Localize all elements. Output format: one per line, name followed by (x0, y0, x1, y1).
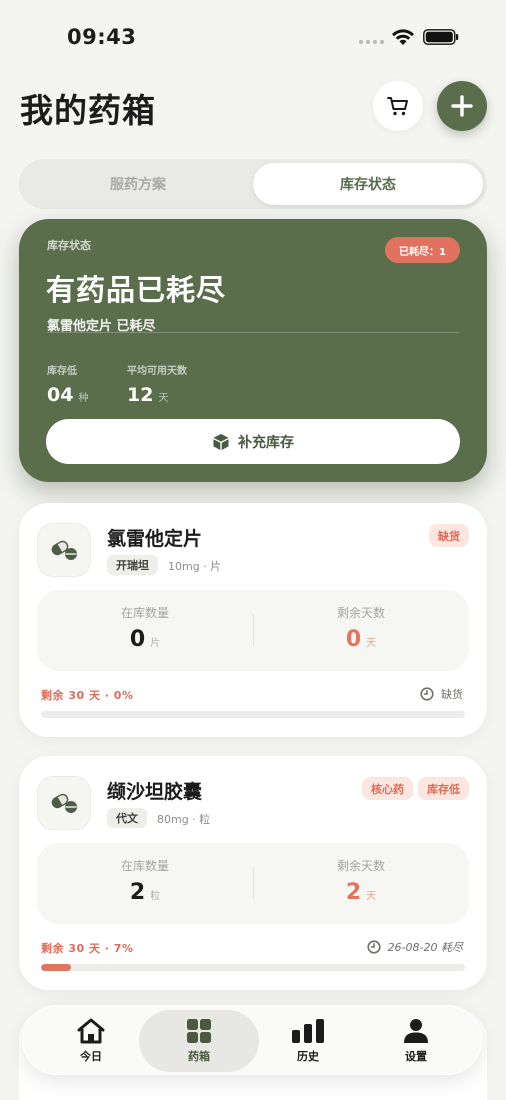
medicine-spec: 10mg · 片 (168, 560, 222, 573)
days-value: 2 (345, 880, 362, 905)
depletion-date-text: 26-08-20 耗尽 (387, 941, 463, 954)
medicine-name: 氯雷他定片 (107, 528, 203, 550)
clock-icon (366, 940, 381, 954)
stock-box: 在库数量 2粒 剩余天数 2天 (37, 843, 469, 924)
brand-chip: 代文 (107, 808, 147, 828)
grid-icon (187, 1019, 211, 1043)
pill-icon-box (37, 776, 91, 830)
tab-today[interactable]: 今日 (31, 1010, 151, 1072)
home-icon (77, 1018, 105, 1044)
stock-unit: 片 (150, 638, 161, 649)
days-unit: 天 (366, 891, 377, 902)
wifi-icon (392, 29, 414, 45)
days-value: 0 (345, 627, 362, 652)
stat-avg-days: 平均可用天数 12 天 (127, 362, 187, 406)
person-icon (404, 1019, 428, 1043)
segmented-control: 服药方案 库存状态 (19, 159, 487, 209)
box-icon (213, 433, 229, 450)
medicine-spec: 80mg · 粒 (157, 813, 211, 826)
status-bar: 09:43 (0, 0, 506, 70)
remaining-text: 剩余 30 天 · 7% (41, 942, 134, 955)
stock-progress-bar (41, 964, 465, 971)
battery-icon (423, 29, 459, 45)
stat-low-stock: 库存低 04 种 (47, 362, 88, 406)
bottom-tab-bar: 今日 药箱 历史 设置 (22, 1005, 482, 1075)
pill-icon (51, 539, 77, 560)
tab-label: 设置 (405, 1050, 427, 1063)
pill-icon-box (37, 523, 91, 577)
clock-icon (420, 687, 434, 701)
tab-medication-plan[interactable]: 服药方案 (23, 163, 253, 205)
days-unit: 天 (366, 638, 377, 649)
stock-label: 在库数量 (120, 606, 169, 620)
badge-group: 核心药 库存低 (362, 777, 469, 800)
tab-history[interactable]: 历史 (248, 1010, 368, 1072)
status-time: 09:43 (67, 25, 137, 49)
stock-progress-bar (41, 711, 465, 718)
stock-unit: 粒 (150, 891, 161, 902)
stock-value: 0 (129, 627, 146, 652)
days-label: 剩余天数 (336, 606, 385, 620)
days-label: 剩余天数 (336, 859, 385, 873)
tab-label: 历史 (297, 1050, 319, 1063)
tab-inventory-status[interactable]: 库存状态 (253, 163, 483, 205)
add-button[interactable] (437, 81, 487, 131)
restock-label: 补充库存 (238, 434, 294, 451)
tab-label: 今日 (80, 1050, 102, 1063)
depleted-badge: 已耗尽：1 (385, 237, 460, 263)
progress-fill (41, 964, 71, 971)
page-title: 我的药箱 (20, 91, 156, 130)
badge-group: 缺货 (429, 524, 469, 547)
summary-divider (47, 332, 459, 333)
stock-box: 在库数量 0片 剩余天数 0天 (37, 590, 469, 671)
medicine-name: 缬沙坦胶囊 (107, 781, 203, 803)
status-badge: 缺货 (429, 524, 469, 547)
bar-chart-icon (292, 1019, 324, 1043)
remaining-status: 缺货 (420, 686, 463, 702)
cart-button[interactable] (373, 81, 423, 131)
stat-unit: 天 (158, 393, 169, 404)
medicine-card[interactable]: 缬沙坦胶囊 代文 80mg · 粒 核心药 库存低 在库数量 2粒 剩余天数 2… (19, 756, 487, 990)
remaining-text: 剩余 30 天 · 0% (41, 689, 134, 702)
summary-headline: 有药品已耗尽 (46, 273, 227, 307)
cellular-signal-icon (359, 40, 384, 44)
stat-label: 库存低 (47, 366, 77, 377)
tab-label: 药箱 (188, 1050, 210, 1063)
stock-label: 在库数量 (120, 859, 169, 873)
stat-value: 04 (47, 384, 74, 406)
brand-chip: 开瑞坦 (107, 555, 158, 575)
tab-settings[interactable]: 设置 (356, 1010, 476, 1072)
stock-value: 2 (129, 880, 146, 905)
cart-icon (387, 97, 408, 116)
stat-label: 平均可用天数 (127, 366, 187, 377)
tab-medicine-box[interactable]: 药箱 (139, 1010, 259, 1072)
core-drug-badge: 核心药 (362, 777, 413, 800)
stat-value: 12 (127, 384, 154, 406)
plus-icon (451, 95, 473, 117)
inventory-summary-card: 库存状态 已耗尽：1 有药品已耗尽 氯雷他定片 已耗尽 库存低 04 种 平均可用… (19, 219, 487, 482)
summary-label: 库存状态 (47, 239, 91, 252)
medicine-card[interactable]: 氯雷他定片 开瑞坦 10mg · 片 缺货 在库数量 0片 剩余天数 0天 剩余… (19, 503, 487, 737)
stat-unit: 种 (78, 393, 89, 404)
restock-button[interactable]: 补充库存 (46, 419, 460, 464)
low-stock-badge: 库存低 (418, 777, 469, 800)
pill-icon (51, 793, 77, 813)
remaining-status: 26-08-20 耗尽 (366, 939, 463, 955)
status-text: 缺货 (441, 688, 463, 701)
